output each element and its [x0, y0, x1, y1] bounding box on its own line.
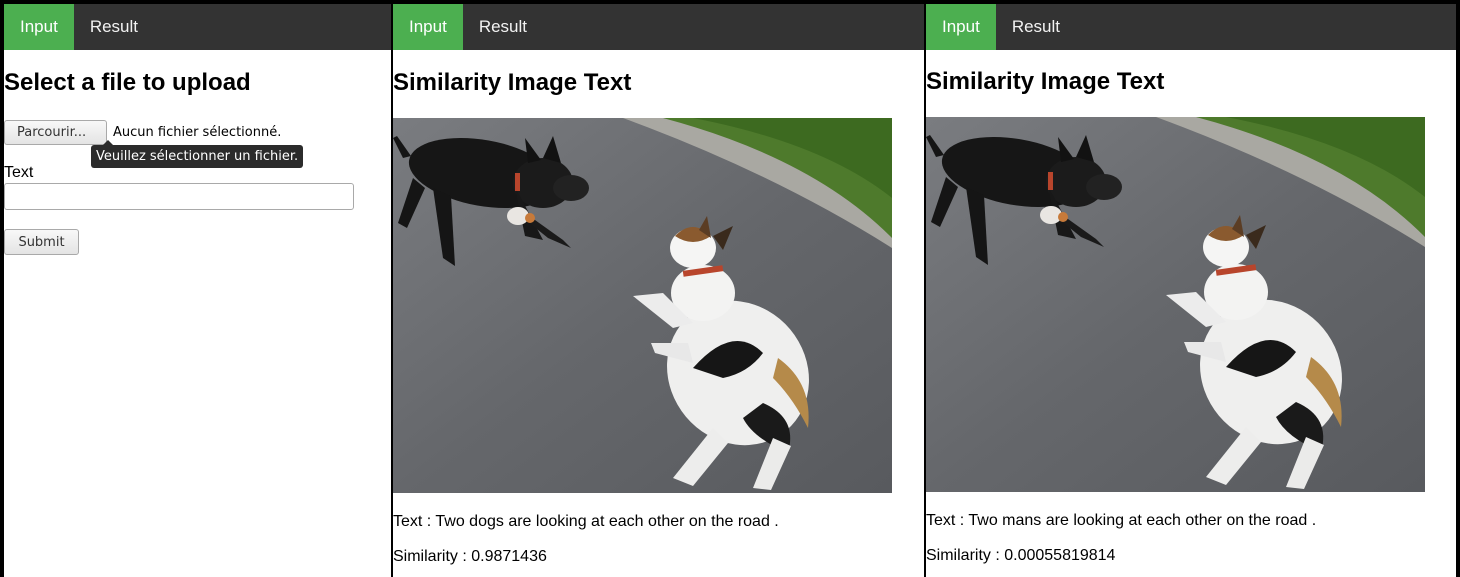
- upload-panel: Input Result Select a file to upload Par…: [4, 4, 391, 577]
- text-input[interactable]: [4, 183, 354, 210]
- top-nav: Input Result: [393, 4, 924, 50]
- result-text: Text : Two mans are looking at each othe…: [926, 512, 1317, 529]
- result-title: Similarity Image Text: [393, 69, 632, 96]
- tab-result[interactable]: Result: [74, 4, 154, 50]
- top-nav: Input Result: [926, 4, 1456, 50]
- result-text: Text : Two dogs are looking at each othe…: [393, 513, 779, 530]
- similarity-score: Similarity : 0.9871436: [393, 548, 547, 565]
- similarity-score: Similarity : 0.00055819814: [926, 547, 1116, 564]
- text-field-label: Text: [4, 164, 34, 181]
- tab-input[interactable]: Input: [393, 4, 463, 50]
- page-title: Select a file to upload: [4, 69, 251, 96]
- result-image: [926, 117, 1425, 492]
- browse-button[interactable]: Parcourir...: [4, 120, 107, 145]
- tab-input[interactable]: Input: [4, 4, 74, 50]
- validation-tooltip: Veuillez sélectionner un fichier.: [91, 140, 304, 168]
- tab-input[interactable]: Input: [926, 4, 996, 50]
- file-status-text: Aucun fichier sélectionné.: [113, 125, 282, 140]
- result-title: Similarity Image Text: [926, 68, 1165, 95]
- tab-result[interactable]: Result: [996, 4, 1076, 50]
- tab-result[interactable]: Result: [463, 4, 543, 50]
- file-input-row: Parcourir... Aucun fichier sélectionné.: [4, 120, 281, 145]
- submit-button[interactable]: Submit: [4, 229, 79, 255]
- result-panel-2: Input Result Similarity Image Text Text …: [926, 4, 1456, 577]
- result-panel-1: Input Result Similarity Image Text Text …: [393, 4, 924, 577]
- result-image: [393, 118, 892, 493]
- top-nav: Input Result: [4, 4, 391, 50]
